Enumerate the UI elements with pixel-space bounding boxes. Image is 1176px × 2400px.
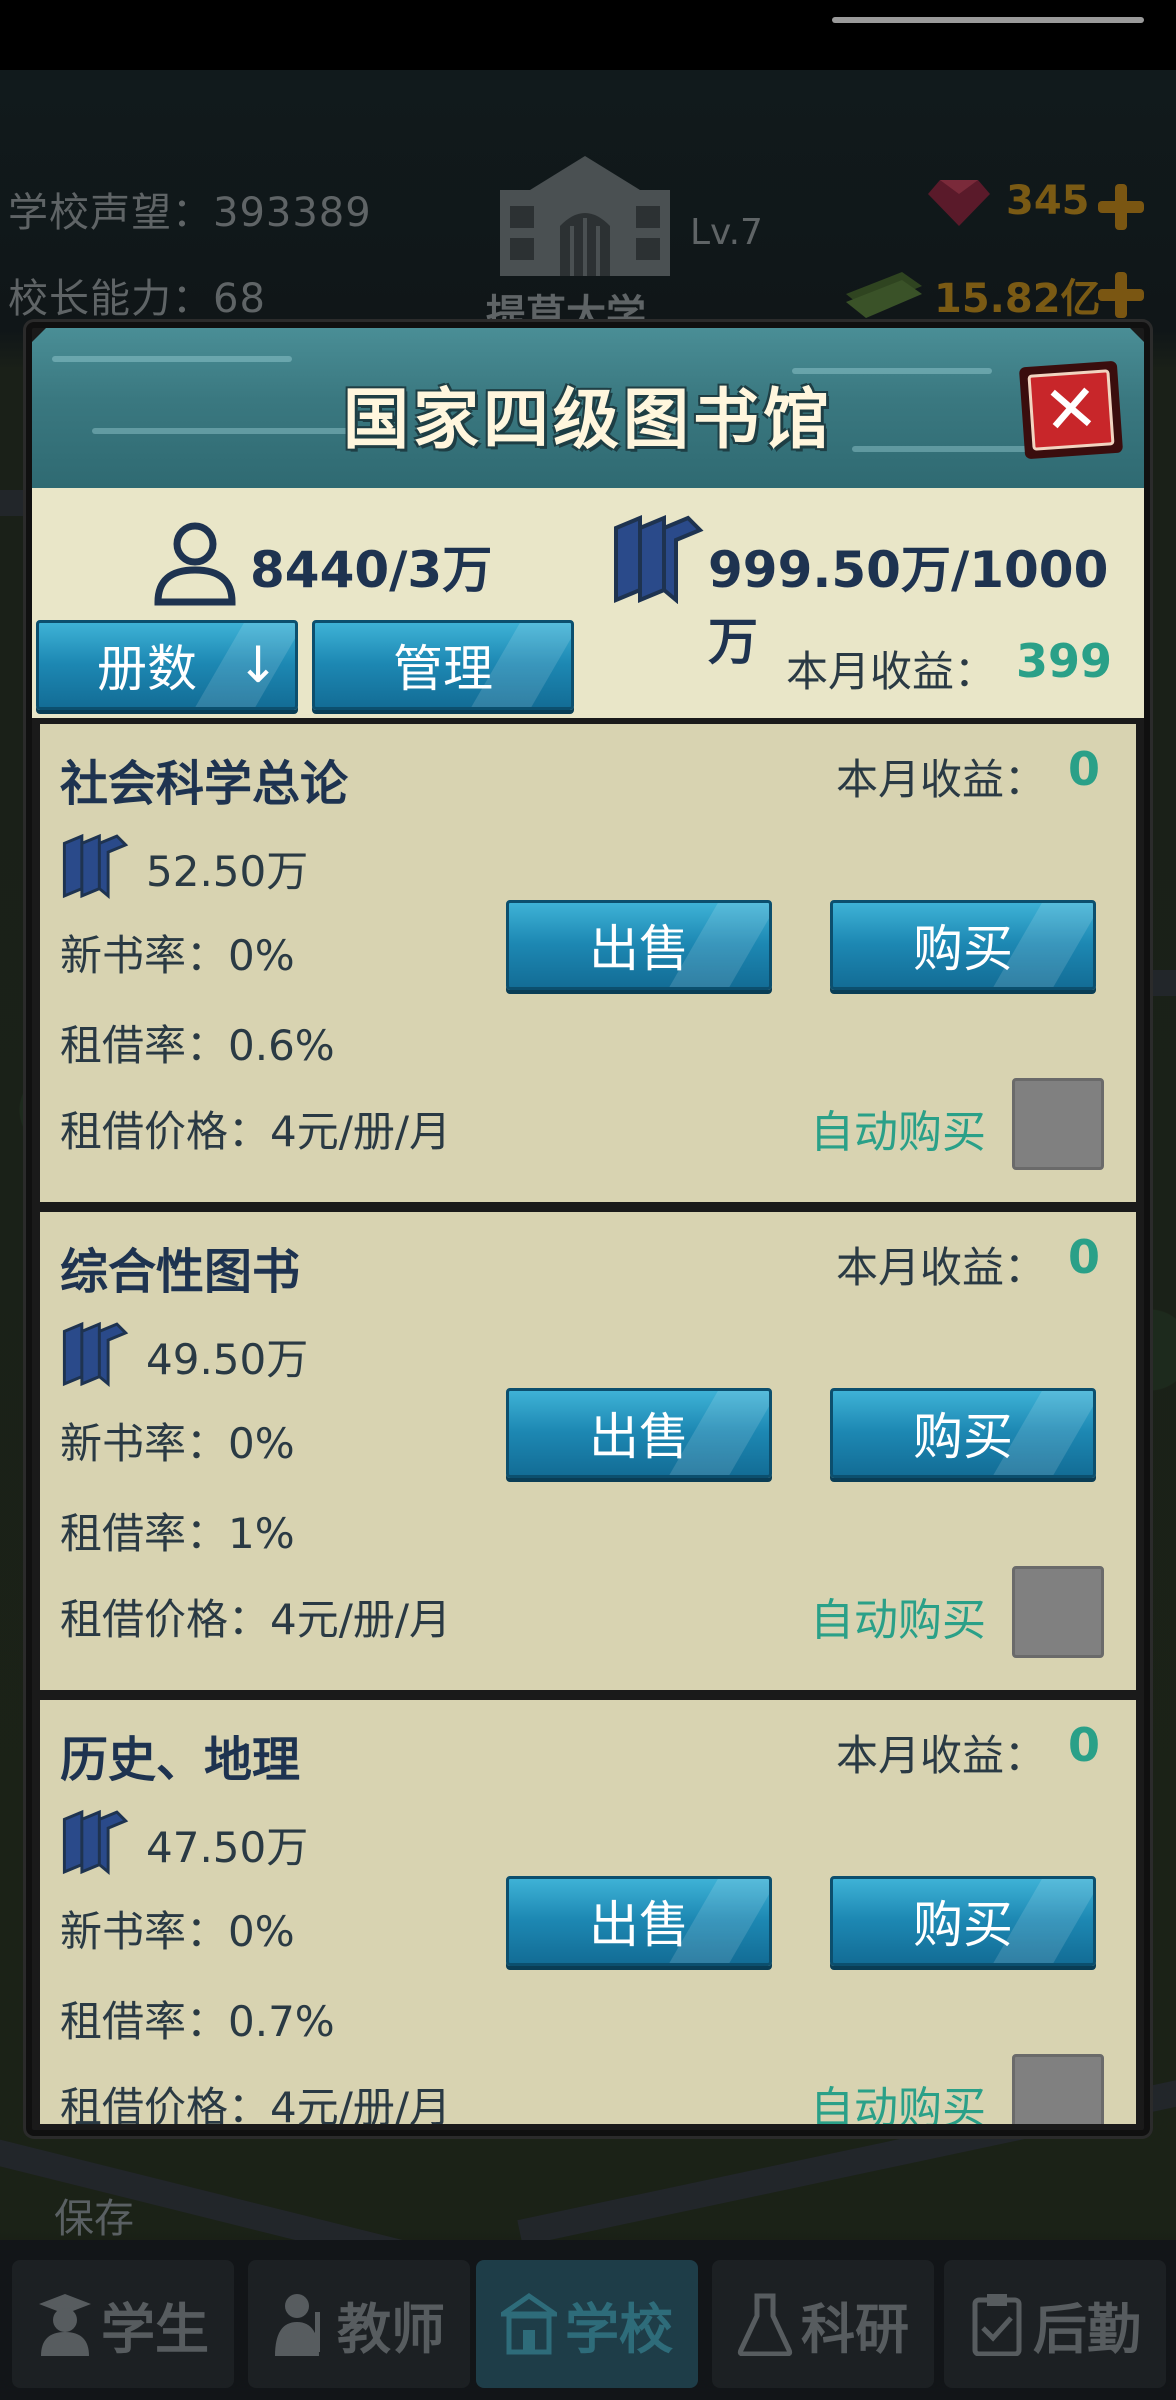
category-name: 社会科学总论 (60, 756, 349, 812)
tab-school[interactable]: 学校 (476, 2260, 698, 2388)
manage-button[interactable]: 管理 (312, 620, 574, 710)
rental-price: 租借价格：4元/册/月 (60, 1595, 452, 1644)
buy-button[interactable]: 购买 (830, 900, 1096, 990)
category-book-count: 49.50万 (146, 1335, 309, 1384)
books-icon (60, 832, 130, 904)
rental-price: 租借价格：4元/册/月 (60, 2083, 452, 2124)
clipboard-icon (972, 2294, 1022, 2356)
principal-ability: 校长能力：68 (8, 276, 266, 322)
tab-logistics[interactable]: 后勤 (944, 2260, 1166, 2388)
close-button[interactable]: ✕ (1018, 360, 1124, 460)
book-category-card: 综合性图书 本月收益： 0 49.50万新书率：0% 租借率：1% 租借价格：4元/册/月… (40, 1212, 1136, 1690)
sell-button-label: 出售 (589, 920, 689, 978)
save-button[interactable]: 保存 (54, 2186, 134, 2244)
category-revenue-label: 本月收益： (836, 755, 1047, 804)
category-name: 历史、地理 (60, 1732, 301, 1788)
buy-button-label: 购买 (913, 920, 1013, 978)
new-book-rate: 新书率：0% (60, 931, 295, 980)
modal-header: 国家四级图书馆 (32, 328, 1144, 488)
auto-buy-checkbox[interactable] (1012, 2054, 1104, 2124)
money-icon (846, 272, 922, 318)
sell-button-label: 出售 (589, 1408, 689, 1466)
auto-buy-label: 自动购买 (810, 1107, 986, 1158)
rental-rate: 租借率：1% (60, 1509, 295, 1558)
school-building-icon[interactable] (490, 156, 680, 276)
auto-buy-label: 自动购买 (810, 1595, 986, 1646)
tab-label: 后勤 (1033, 2297, 1141, 2361)
category-revenue-value: 0 (1068, 1230, 1101, 1284)
sort-by-count-button[interactable]: 册数 ↓ (36, 620, 298, 710)
monthly-revenue-value: 399 (1016, 634, 1113, 688)
reader-count: 8440/3万 (250, 541, 493, 599)
sell-button[interactable]: 出售 (506, 900, 772, 990)
sell-button[interactable]: 出售 (506, 1876, 772, 1966)
diamond-count: 345 (1006, 178, 1090, 224)
sell-button[interactable]: 出售 (506, 1388, 772, 1478)
rental-price: 租借价格：4元/册/月 (60, 1107, 452, 1156)
category-list[interactable]: 社会科学总论 本月收益： 0 52.50万 新书率：0% 租借率：0.6% 租借价格：4元/… (40, 724, 1136, 2124)
rental-rate: 租借率：0.7% (60, 1997, 335, 2046)
auto-buy-checkbox[interactable] (1012, 1078, 1104, 1170)
manage-button-label: 管理 (393, 640, 493, 698)
bottom-tab-bar: 学生 教师 学校 科研 后勤 (0, 2240, 1176, 2400)
buy-button[interactable]: 购买 (830, 1876, 1096, 1966)
tab-label: 学生 (101, 2297, 209, 2361)
category-revenue-label: 本月收益： (836, 1731, 1047, 1780)
gesture-indicator (832, 17, 1144, 23)
library-stats: 8440/3万 999.50万/1000万 册数 ↓ 管理 本月收益： 399 (32, 488, 1144, 718)
category-revenue-value: 0 (1068, 742, 1101, 796)
arrow-down-icon: ↓ (237, 636, 279, 694)
category-name: 综合性图书 (60, 1244, 301, 1300)
books-icon (614, 515, 704, 604)
buy-button[interactable]: 购买 (830, 1388, 1096, 1478)
auto-buy-label: 自动购买 (810, 2083, 986, 2124)
status-bar (0, 0, 1176, 70)
money-amount: 15.82亿 (934, 276, 1101, 322)
sort-button-label: 册数 (97, 640, 197, 698)
category-revenue-value: 0 (1068, 1718, 1101, 1772)
teacher-icon (275, 2294, 320, 2356)
tab-label: 学校 (565, 2297, 673, 2361)
user-icon (154, 522, 236, 606)
tab-teacher[interactable]: 教师 (248, 2260, 470, 2388)
new-book-rate: 新书率：0% (60, 1907, 295, 1956)
category-book-count: 52.50万 (146, 847, 309, 896)
diamond-icon (928, 180, 990, 226)
sell-button-label: 出售 (589, 1896, 689, 1954)
student-icon (39, 2294, 91, 2356)
top-hud: 学校声望：393389 校长能力：68 Lv.7 提草大学 345 15.82亿 (0, 70, 1176, 338)
tab-label: 教师 (337, 2297, 445, 2361)
school-reputation: 学校声望：393389 (8, 190, 372, 236)
monthly-revenue-label: 本月收益： (786, 647, 997, 696)
school-icon (501, 2292, 557, 2355)
modal-title: 国家四级图书馆 (343, 381, 833, 458)
books-icon (60, 1808, 130, 1880)
library-modal: 国家四级图书馆 ✕ 8440/3万 999.50万/1000万 册数 ↓ 管理 … (26, 322, 1150, 2136)
books-icon (60, 1320, 130, 1392)
school-level: Lv.7 (690, 212, 763, 253)
new-book-rate: 新书率：0% (60, 1419, 295, 1468)
add-money-icon[interactable] (1096, 270, 1146, 320)
auto-buy-checkbox[interactable] (1012, 1566, 1104, 1658)
buy-button-label: 购买 (913, 1896, 1013, 1954)
rental-rate: 租借率：0.6% (60, 1021, 335, 1070)
add-diamond-icon[interactable] (1096, 182, 1146, 232)
tab-student[interactable]: 学生 (12, 2260, 234, 2388)
category-revenue-label: 本月收益： (836, 1243, 1047, 1292)
book-category-card: 历史、地理 本月收益： 0 47.50万新书率：0% 租借率：0.7% 租借价格：4元/册… (40, 1700, 1136, 2124)
buy-button-label: 购买 (913, 1408, 1013, 1466)
close-icon[interactable]: ✕ (1041, 369, 1102, 450)
flask-icon (737, 2293, 793, 2356)
tab-label: 科研 (801, 2297, 909, 2361)
book-category-card: 社会科学总论 本月收益： 0 52.50万新书率：0% 租借率：0.6% 租借价格：4元/… (40, 724, 1136, 1202)
category-book-count: 47.50万 (146, 1823, 309, 1872)
tab-research[interactable]: 科研 (712, 2260, 934, 2388)
